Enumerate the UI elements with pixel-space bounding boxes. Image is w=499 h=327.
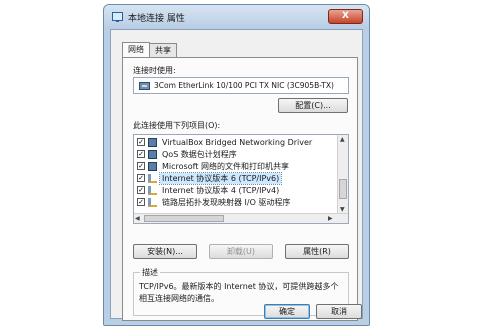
item-checkbox[interactable]: ✓ <box>137 174 145 182</box>
item-checkbox[interactable]: ✓ <box>137 186 145 194</box>
item-label: Microsoft 网络的文件和打印机共享 <box>162 162 289 171</box>
description-legend: 描述 <box>140 267 160 278</box>
network-icon <box>148 150 157 159</box>
item-checkbox[interactable]: ✓ <box>137 138 145 146</box>
horizontal-scroll-thumb[interactable] <box>144 215 224 222</box>
adapter-field: 3Com EtherLink 10/100 PCI TX NIC (3C905B… <box>133 77 349 94</box>
item-label: QoS 数据包计划程序 <box>162 150 237 159</box>
item-label: 链路层拓扑发现映射器 I/O 驱动程序 <box>162 198 291 207</box>
properties-button[interactable]: 属性(R) <box>285 244 349 259</box>
window-title: 本地连接 属性 <box>128 14 185 24</box>
vertical-scroll-thumb[interactable] <box>339 179 347 199</box>
item-checkbox[interactable]: ✓ <box>137 150 145 158</box>
protocol-icon <box>148 186 157 195</box>
item-label: Internet 协议版本 6 (TCP/IPv6) <box>158 172 283 185</box>
cancel-button[interactable]: 取消 <box>316 304 362 319</box>
item-checkbox[interactable]: ✓ <box>137 162 145 170</box>
protocol-icon <box>148 198 157 207</box>
list-item[interactable]: ✓ VirtualBox Bridged Networking Driver <box>136 137 336 148</box>
list-item[interactable]: ✓ Internet 协议版本 4 (TCP/IPv4) <box>136 185 336 196</box>
ok-button[interactable]: 确定 <box>264 304 310 319</box>
items-label: 此连接使用下列项目(O): <box>133 121 221 130</box>
protocol-icon <box>148 174 157 183</box>
items-list[interactable]: ✓ VirtualBox Bridged Networking Driver ✓… <box>133 134 349 224</box>
network-icon <box>148 162 157 171</box>
network-icon <box>148 138 157 147</box>
adapter-name: 3Com EtherLink 10/100 PCI TX NIC (3C905B… <box>154 81 334 90</box>
network-tab-pane: 连接时使用: 3Com EtherLink 10/100 PCI TX NIC … <box>122 57 358 321</box>
tab-network[interactable]: 网络 <box>122 42 150 57</box>
scroll-left-icon[interactable]: ◀ <box>135 215 140 223</box>
vertical-scrollbar[interactable]: ▲ ▼ <box>337 135 348 215</box>
network-connection-icon <box>112 12 123 22</box>
title-bar[interactable]: 本地连接 属性 X <box>104 5 369 29</box>
network-adapter-icon <box>139 82 150 90</box>
description-text: TCP/IPv6。最新版本的 Internet 协议，可提供跨越多个相互连接网络… <box>139 282 339 303</box>
tab-sharing[interactable]: 共享 <box>149 43 177 57</box>
scroll-right-icon[interactable]: ▶ <box>328 215 333 223</box>
horizontal-scrollbar[interactable]: ◀ ▶ <box>134 213 348 223</box>
item-label: VirtualBox Bridged Networking Driver <box>162 138 313 147</box>
connect-using-label: 连接时使用: <box>133 66 176 75</box>
item-checkbox[interactable]: ✓ <box>137 198 145 206</box>
list-item[interactable]: ✓ 链路层拓扑发现映射器 I/O 驱动程序 <box>136 197 336 208</box>
list-item-selected[interactable]: ✓ Internet 协议版本 6 (TCP/IPv6) <box>136 172 336 185</box>
scroll-up-icon[interactable]: ▲ <box>340 136 345 144</box>
item-label: Internet 协议版本 4 (TCP/IPv4) <box>162 186 280 195</box>
install-button[interactable]: 安装(N)... <box>133 244 197 259</box>
uninstall-button[interactable]: 卸载(U) <box>209 244 273 259</box>
properties-window: 本地连接 属性 X 网络 共享 连接时使用: 3Com EtherLink 10… <box>103 4 370 326</box>
configure-button[interactable]: 配置(C)... <box>278 98 348 113</box>
dialog-body: 网络 共享 连接时使用: 3Com EtherLink 10/100 PCI T… <box>110 29 363 321</box>
close-button[interactable]: X <box>328 9 363 24</box>
list-item[interactable]: ✓ Microsoft 网络的文件和打印机共享 <box>136 161 336 172</box>
list-item[interactable]: ✓ QoS 数据包计划程序 <box>136 149 336 160</box>
